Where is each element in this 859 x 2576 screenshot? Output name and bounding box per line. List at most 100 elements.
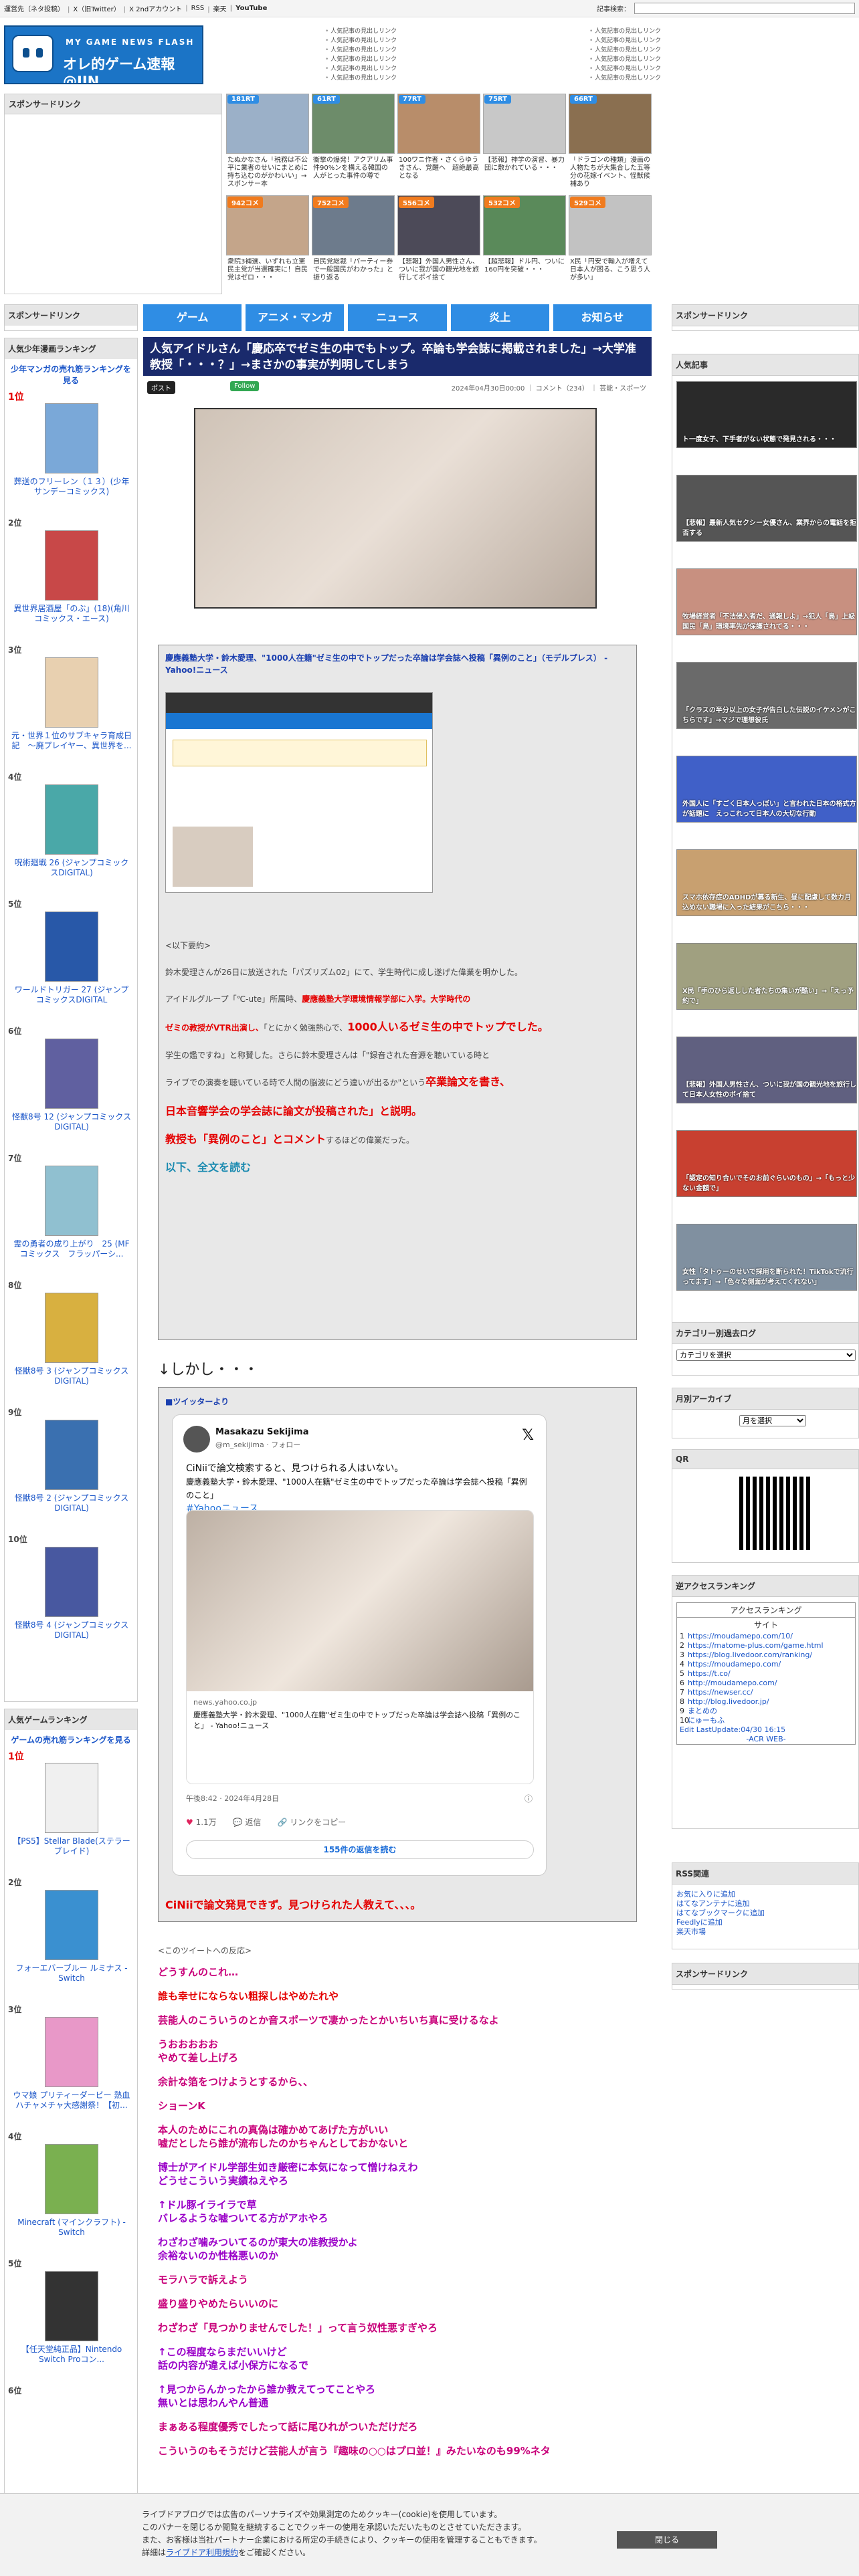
access-ranking-row[interactable]: 4 https://moudamepo.com/ — [677, 1660, 855, 1669]
ranking-cover[interactable] — [45, 911, 98, 982]
access-ranking-row[interactable]: 8 http://blog.livedoor.jp/ — [677, 1697, 855, 1707]
like-action[interactable]: ♥ 1.1万 — [186, 1816, 217, 1828]
popular-article[interactable]: スマホ依存症のADHDが募る新生、昼に配慮して数カ月込めない職場に入った結果がこ… — [676, 849, 857, 916]
thumb-card[interactable]: 75RT 【悲報】神学の演習、暴力団に敷かれている・・・ — [483, 94, 566, 193]
tweet-author-name[interactable]: Masakazu Sekijima — [215, 1427, 309, 1437]
tweet-time[interactable]: 午後8:42 · 2024年4月28日 — [186, 1793, 279, 1804]
ranking-cover[interactable] — [45, 1420, 98, 1490]
rss-link-rakuten[interactable]: 楽天市場 — [672, 1927, 858, 1937]
ranking-title[interactable]: 怪獣8号 3 (ジャンプコミックスDIGITAL) — [11, 1366, 132, 1386]
ranking-cover[interactable] — [45, 1293, 98, 1363]
header-link[interactable]: 人気記事の見出しリンク — [325, 64, 589, 74]
popular-article[interactable]: ト一度女子、下手者がない状態で発見される・・・ — [676, 381, 857, 448]
ranking-title[interactable]: Minecraft (マインクラフト) -Switch — [11, 2218, 132, 2238]
thumb-card[interactable]: 77RT 100ワニ作者・さくらゆうきさん、覚醒へ 超絶最高となる — [397, 94, 480, 193]
ranking-title[interactable]: 怪獣8号 12 (ジャンプコミックスDIGITAL) — [11, 1112, 132, 1132]
header-link[interactable]: 人気記事の見出しリンク — [589, 55, 854, 64]
ranking-title[interactable]: 【任天堂純正品】Nintendo Switch Proコン... — [11, 2345, 132, 2365]
header-link[interactable]: 人気記事の見出しリンク — [589, 27, 854, 36]
ranking-cover[interactable] — [45, 1166, 98, 1236]
popular-article[interactable]: X民「手のひら返しした者たちの集いが酷い」→「えっ予約で」 — [676, 943, 857, 1010]
avatar[interactable] — [183, 1426, 210, 1453]
access-ranking-footer[interactable]: Edit LastUpdate:04/30 16:15 — [677, 1725, 855, 1735]
tweet-author-handle[interactable]: @m_sekijima · フォロー — [215, 1439, 300, 1450]
read-more-link[interactable]: 以下、全文を読む — [165, 1162, 631, 1174]
nav-notice[interactable]: お知らせ — [553, 304, 652, 331]
rss-link-favorite[interactable]: お気に入りに追加 — [672, 1890, 858, 1899]
ranking-title[interactable]: 霊の勇者の成り上がり 25 (MFコミックス フラッパーシ... — [11, 1239, 132, 1259]
site-logo[interactable]: MY GAME NEWS FLASH オレ的ゲーム速報@JIN — [4, 25, 203, 84]
x-post-button[interactable]: ポスト — [147, 381, 175, 394]
thumb-card[interactable]: 529コメ X民「円安で輸入が増えて日本人が困る、こう思う人が多い」 — [569, 195, 652, 294]
monthly-select[interactable]: 月を選択 — [739, 1415, 806, 1426]
rss-link-feedly[interactable]: Feedlyに追加 — [672, 1918, 858, 1927]
access-ranking-row[interactable]: 5 https://t.co/ — [677, 1669, 855, 1679]
nav-game[interactable]: ゲーム — [143, 304, 242, 331]
ranking-title[interactable]: フォーエバーブルー ルミナス -Switch — [11, 1963, 132, 1983]
ranking-cover[interactable] — [45, 1763, 98, 1833]
header-link[interactable]: 人気記事の見出しリンク — [589, 74, 854, 83]
article-search-input[interactable] — [634, 3, 855, 14]
topbar-link-youtube[interactable]: YouTube — [227, 5, 267, 12]
thumb-card[interactable]: 66RT 「ドラゴンの種類」漫画の人物たちが大集合した五等分の花嫁イベント、怪獣候… — [569, 94, 652, 193]
ranking-title[interactable]: 怪獣8号 2 (ジャンプコミックスDIGITAL) — [11, 1493, 132, 1513]
nav-news[interactable]: ニュース — [348, 304, 447, 331]
popular-article[interactable]: 【悲報】外国人男性さん、ついに我が国の観光地を旅行して日本人女性のポイ捨て — [676, 1037, 857, 1103]
access-ranking-row[interactable]: 1 https://moudamepo.com/10/ — [677, 1632, 855, 1641]
rss-link-hatena-bookmark[interactable]: はてなブックマークに追加 — [672, 1909, 858, 1918]
nav-anime-manga[interactable]: アニメ・マンガ — [246, 304, 345, 331]
thumb-card[interactable]: 61RT 衝撃の爆発！アクアリム事件90%ンを構える韓国の人がとった事件の噂で — [312, 94, 395, 193]
embedded-tweet[interactable]: Masakazu Sekijima @m_sekijima · フォロー 𝕏 C… — [172, 1414, 547, 1876]
x-logo-icon[interactable]: 𝕏 — [522, 1427, 534, 1444]
ranking-title[interactable]: 葬送のフリーレン（１３）(少年サンデーコミックス) — [11, 477, 132, 497]
category-select[interactable]: カテゴリを選択 — [676, 1350, 856, 1361]
popular-article[interactable]: 牧場経営者「不法侵入者だ、通報しよ」→犯人「鳥」上級国民「鳥」環境率先が保護され… — [676, 568, 857, 635]
ranking-title[interactable]: 怪獣8号 4 (ジャンプコミックスDIGITAL) — [11, 1620, 132, 1640]
ranking-title[interactable]: ワールドトリガー 27 (ジャンプコミックスDIGITAL — [11, 985, 132, 1005]
topbar-link-rss[interactable]: RSS — [182, 5, 205, 12]
access-ranking-row[interactable]: 6 http://moudamepo.com/ — [677, 1679, 855, 1688]
access-ranking-row[interactable]: 9 まとめの — [677, 1707, 855, 1716]
header-link[interactable]: 人気記事の見出しリンク — [589, 64, 854, 74]
ranking-cover[interactable] — [45, 2271, 98, 2341]
popular-article[interactable]: 【悲報】最新人気セクシー女優さん、業界からの電話を拒否する — [676, 475, 857, 542]
header-link[interactable]: 人気記事の見出しリンク — [325, 27, 589, 36]
access-ranking-row[interactable]: 7 https://newser.cc/ — [677, 1688, 855, 1697]
header-link[interactable]: 人気記事の見出しリンク — [325, 36, 589, 45]
ranking-title[interactable]: 異世界居酒屋「のぶ」(18)(角川コミックス・エース) — [11, 604, 132, 624]
ranking-title[interactable]: 呪術廻戦 26 (ジャンプコミックスDIGITAL) — [11, 858, 132, 878]
ranking-cover[interactable] — [45, 1547, 98, 1617]
topbar-link-x2[interactable]: X 2ndアカウント — [120, 3, 182, 13]
yahoo-news-link[interactable]: 慶應義塾大学・鈴木愛理、"1000人在籍"ゼミ生の中でトップだった卒論は学会誌へ… — [165, 652, 631, 676]
ranking-cover[interactable] — [45, 2144, 98, 2214]
thumb-card[interactable]: 942コメ 衆院3補選、いずれも立憲民主党が当選確実に！自民党はゼロ・・・ — [226, 195, 309, 294]
ranking-title[interactable]: ウマ娘 プリティーダービー 熱血ハチャメチャ大感謝祭！【初... — [11, 2090, 132, 2111]
ranking-cover[interactable] — [45, 2017, 98, 2087]
rss-link-hatena-antenna[interactable]: はてなアンテナに追加 — [672, 1899, 858, 1909]
access-ranking-row[interactable]: 10にゅーもふ — [677, 1716, 855, 1725]
reply-action[interactable]: 💬 返信 — [233, 1816, 262, 1828]
tweet-link-card[interactable]: news.yahoo.co.jp 慶應義塾大学・鈴木愛理、"1000人在籍"ゼミ… — [186, 1510, 534, 1784]
copy-link-action[interactable]: 🔗 リンクをコピー — [277, 1816, 346, 1828]
manga-ranking-link[interactable]: 少年マンガの売れ筋ランキングを見る — [5, 359, 137, 390]
thumb-card[interactable]: 181RT たぬかなさん「税務は不公平に業者のせいにまとめに持ち込むのがかわいい」… — [226, 94, 309, 193]
ranking-title[interactable]: 元・世界１位のサブキャラ育成日記 ～廃プレイヤー、異世界を... — [11, 731, 132, 751]
access-ranking-row[interactable]: 2 https://matome-plus.com/game.html — [677, 1641, 855, 1650]
ranking-cover[interactable] — [45, 1890, 98, 1960]
popular-article[interactable]: 「クラスの半分以上の女子が告白した伝説のイケメンがこちらです」→マジで理想彼氏 — [676, 662, 857, 729]
nav-enjou[interactable]: 炎上 — [450, 304, 549, 331]
ranking-cover[interactable] — [45, 1039, 98, 1109]
topbar-link-submit[interactable]: 運営先（ネタ投稿） — [4, 3, 64, 13]
access-ranking-brand[interactable]: -ACR WEB- — [677, 1735, 855, 1744]
header-link[interactable]: 人気記事の見出しリンク — [325, 55, 589, 64]
header-link[interactable]: 人気記事の見出しリンク — [589, 45, 854, 55]
topbar-link-x[interactable]: X（旧Twitter） — [64, 3, 120, 13]
info-icon[interactable]: ⓘ — [524, 1793, 533, 1804]
ranking-cover[interactable] — [45, 530, 98, 601]
terms-link[interactable]: ライブドア利用規約 — [166, 2548, 238, 2557]
popular-article[interactable]: 外国人に「すごく日本人っぽい」と言われた日本の格式方が話題に えっこれって日本人… — [676, 756, 857, 823]
thumb-card[interactable]: 532コメ 【超悲報】ドル円、ついに160円を突破・・・ — [483, 195, 566, 294]
header-link[interactable]: 人気記事の見出しリンク — [325, 45, 589, 55]
read-replies-button[interactable]: 155件の返信を読む — [186, 1840, 534, 1859]
ranking-title[interactable]: 【PS5】Stellar Blade(ステラーブレイド) — [11, 1836, 132, 1856]
